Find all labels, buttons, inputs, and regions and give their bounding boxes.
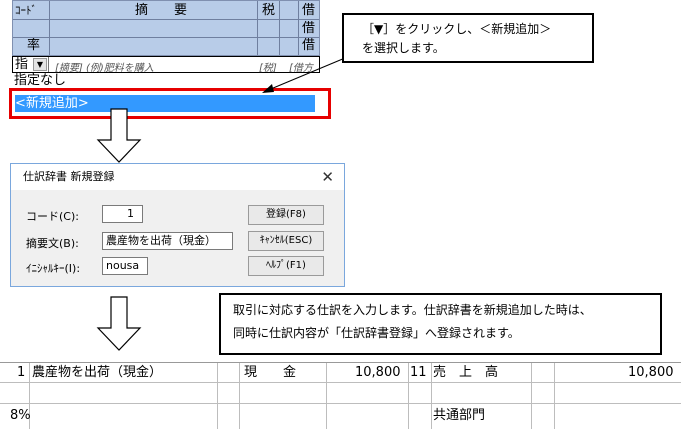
entry-code[interactable]: 1 — [17, 365, 25, 381]
summary-placeholder[interactable]: [摘要] (例)肥料を購入 — [55, 59, 154, 74]
column-debit-row3: 借 — [302, 38, 316, 53]
close-icon[interactable]: ✕ — [321, 164, 334, 190]
note-box: 取引に対応する仕訳を入力します。仕訳辞書を新規追加した時は、 同時に仕訳内容が「… — [219, 293, 662, 355]
initial-key-label: ｲﾆｼｬﾙｷｰ(I): — [26, 262, 81, 275]
row-rate-label: 率 — [27, 38, 41, 53]
column-tax: 税 — [262, 3, 276, 18]
dialog-title-bar: 仕訳辞書 新規登録 ✕ — [11, 164, 344, 190]
initial-key-input[interactable]: nousa — [102, 257, 148, 275]
down-arrow-icon-2 — [96, 296, 142, 351]
journal-dictionary-dialog: 仕訳辞書 新規登録 ✕ コード(C): 1 摘要文(B): 農産物を出荷（現金）… — [10, 163, 345, 287]
down-arrow-icon — [96, 108, 142, 163]
journal-entry-table: 1 農産物を出荷（現金） 現 金 10,800 11 売 上 高 10,800 … — [0, 362, 681, 429]
list-item-none[interactable]: 指定なし — [14, 73, 66, 88]
journal-grid-header: ｺｰﾄﾞ 摘 要 税 借 借 借 率 — [12, 0, 320, 56]
column-summary: 摘 要 — [135, 3, 188, 18]
note-line-1: 取引に対応する仕訳を入力します。仕訳辞書を新規追加した時は、 — [233, 303, 592, 317]
entry-debit-amount[interactable]: 10,800 — [355, 365, 401, 381]
entry-credit-code[interactable]: 11 — [410, 365, 427, 381]
summary-input[interactable]: 農産物を出荷（現金） — [102, 232, 233, 250]
callout-instruction: ［▼］をクリックし、＜新規追加＞ を選択します。 — [342, 13, 594, 63]
note-line-2: 同時に仕訳内容が「仕訳辞書登録」へ登録されます。 — [233, 326, 520, 340]
entry-summary[interactable]: 農産物を出荷（現金） — [32, 365, 162, 381]
entry-credit-amount[interactable]: 10,800 — [628, 365, 674, 381]
entry-department[interactable]: 共通部門 — [433, 408, 485, 424]
callout-line-2: を選択します。 — [362, 41, 445, 55]
summary-label: 摘要文(B): — [26, 237, 79, 250]
summary-combo[interactable]: 指 ▼ — [13, 57, 49, 72]
entry-tax-rate[interactable]: 8% — [10, 408, 31, 424]
entry-credit-account[interactable]: 売 上 高 — [433, 365, 498, 381]
help-button[interactable]: ﾍﾙﾌﾟ(F1) — [248, 256, 324, 276]
pointer-arrow-icon — [262, 57, 346, 93]
column-debit: 借 — [302, 3, 316, 18]
column-code: ｺｰﾄﾞ — [15, 4, 37, 17]
register-button[interactable]: 登録(F8) — [248, 205, 324, 225]
code-input[interactable]: 1 — [102, 205, 143, 223]
combo-value: 指 — [15, 57, 29, 72]
cancel-button[interactable]: ｷｬﾝｾﾙ(ESC) — [248, 231, 324, 251]
entry-debit-account[interactable]: 現 金 — [244, 365, 296, 381]
dialog-title: 仕訳辞書 新規登録 — [23, 170, 115, 183]
dropdown-arrow-icon[interactable]: ▼ — [33, 58, 47, 71]
callout-line-1: ［▼］をクリックし、＜新規追加＞ — [362, 22, 552, 36]
code-label: コード(C): — [26, 210, 79, 223]
column-debit-row2: 借 — [302, 21, 316, 36]
